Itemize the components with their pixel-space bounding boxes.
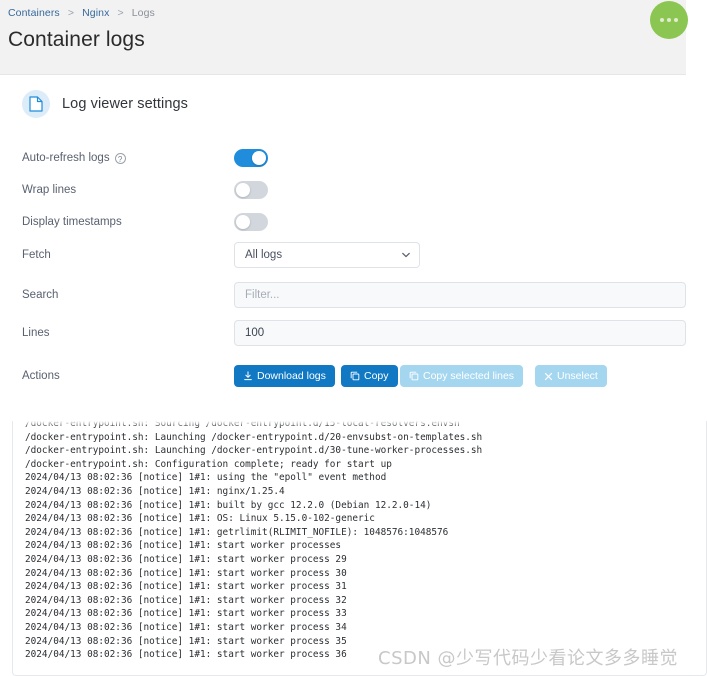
lines-value: 100 (245, 327, 265, 339)
page-header: Containers > Nginx > Logs Container logs (0, 0, 686, 75)
unselect-label: Unselect (557, 370, 598, 382)
setting-row-fetch: Fetch All logs (0, 239, 686, 271)
breadcrumb-item-nginx[interactable]: Nginx (82, 7, 109, 19)
setting-row-auto-refresh: Auto-refresh logs ? (0, 142, 686, 174)
log-viewer-page: Containers > Nginx > Logs Container logs… (0, 0, 707, 676)
setting-row-search: Search Filter... (0, 279, 686, 311)
download-logs-button[interactable]: Download logs (234, 365, 335, 387)
display-timestamps-label: Display timestamps (22, 216, 122, 228)
breadcrumb-item-logs[interactable]: Logs (132, 7, 155, 19)
log-line[interactable]: 2024/04/13 08:02:36 [notice] 1#1: start … (25, 648, 706, 662)
fetch-selected-value: All logs (245, 249, 283, 261)
display-timestamps-toggle[interactable] (234, 213, 268, 231)
help-icon[interactable]: ? (114, 152, 126, 164)
copy-label: Copy (364, 370, 389, 382)
log-lines-container[interactable]: /docker-entrypoint.sh: Sourcing /docker-… (25, 421, 706, 662)
copy-selected-lines-label: Copy selected lines (423, 370, 515, 382)
chevron-down-icon (402, 252, 410, 258)
log-line[interactable]: 2024/04/13 08:02:36 [notice] 1#1: start … (25, 607, 706, 621)
fetch-label: Fetch (22, 249, 51, 261)
auto-refresh-label: Auto-refresh logs ? (22, 152, 126, 164)
setting-row-display-timestamps: Display timestamps (0, 206, 686, 238)
wrap-lines-toggle[interactable] (234, 181, 268, 199)
lines-label: Lines (22, 327, 50, 339)
settings-card-header: Log viewer settings (22, 90, 188, 118)
wrap-lines-label: Wrap lines (22, 184, 77, 196)
copy-selected-lines-button[interactable]: Copy selected lines (400, 365, 524, 387)
log-line[interactable]: 2024/04/13 08:02:36 [notice] 1#1: getrli… (25, 526, 706, 540)
log-line[interactable]: 2024/04/13 08:02:36 [notice] 1#1: using … (25, 471, 706, 485)
log-line[interactable]: 2024/04/13 08:02:36 [notice] 1#1: nginx/… (25, 485, 706, 499)
setting-row-lines: Lines 100 (0, 317, 686, 349)
setting-row-actions: Actions Download logs Copy Copy selected… (0, 360, 686, 392)
copy-icon (409, 371, 419, 381)
log-line[interactable]: 2024/04/13 08:02:36 [notice] 1#1: built … (25, 499, 706, 513)
copy-icon (350, 371, 360, 381)
unselect-button[interactable]: Unselect (535, 365, 607, 387)
log-line[interactable]: 2024/04/13 08:02:36 [notice] 1#1: start … (25, 635, 706, 649)
setting-row-wrap-lines: Wrap lines (0, 174, 686, 206)
search-placeholder: Filter... (245, 289, 280, 301)
breadcrumb: Containers > Nginx > Logs (8, 7, 155, 19)
copy-button[interactable]: Copy (341, 365, 398, 387)
breadcrumb-separator: > (67, 7, 75, 19)
settings-card-title: Log viewer settings (62, 96, 189, 112)
search-input[interactable]: Filter... (234, 282, 686, 308)
log-line[interactable]: 2024/04/13 08:02:36 [notice] 1#1: start … (25, 567, 706, 581)
log-line[interactable]: 2024/04/13 08:02:36 [notice] 1#1: start … (25, 580, 706, 594)
actions-label: Actions (22, 370, 60, 382)
log-line[interactable]: /docker-entrypoint.sh: Launching /docker… (25, 431, 706, 445)
close-icon (544, 372, 553, 380)
download-icon (244, 371, 252, 381)
log-line[interactable]: 2024/04/13 08:02:36 [notice] 1#1: start … (25, 621, 706, 635)
breadcrumb-item-containers[interactable]: Containers (8, 7, 60, 19)
log-line[interactable]: 2024/04/13 08:02:36 [notice] 1#1: start … (25, 539, 706, 553)
fetch-select[interactable]: All logs (234, 242, 420, 268)
log-line[interactable]: 2024/04/13 08:02:36 [notice] 1#1: start … (25, 594, 706, 608)
document-icon (22, 90, 50, 118)
log-line[interactable]: 2024/04/13 08:02:36 [notice] 1#1: OS: Li… (25, 512, 706, 526)
more-actions-button[interactable] (650, 1, 688, 39)
log-line[interactable]: /docker-entrypoint.sh: Sourcing /docker-… (25, 421, 706, 431)
log-line[interactable]: /docker-entrypoint.sh: Launching /docker… (25, 444, 706, 458)
lines-input[interactable]: 100 (234, 320, 686, 346)
log-line[interactable]: 2024/04/13 08:02:36 [notice] 1#1: start … (25, 553, 706, 567)
breadcrumb-separator: > (117, 7, 124, 19)
log-output-panel[interactable]: /docker-entrypoint.sh: Sourcing /docker-… (12, 421, 707, 676)
ellipsis-icon (660, 18, 678, 22)
log-viewer-settings-card: Log viewer settings Auto-refresh logs ? … (0, 76, 686, 410)
search-label: Search (22, 289, 59, 301)
log-line[interactable]: /docker-entrypoint.sh: Configuration com… (25, 458, 706, 472)
page-title: Container logs (8, 28, 145, 51)
download-logs-label: Download logs (257, 370, 326, 382)
auto-refresh-toggle[interactable] (234, 149, 268, 167)
